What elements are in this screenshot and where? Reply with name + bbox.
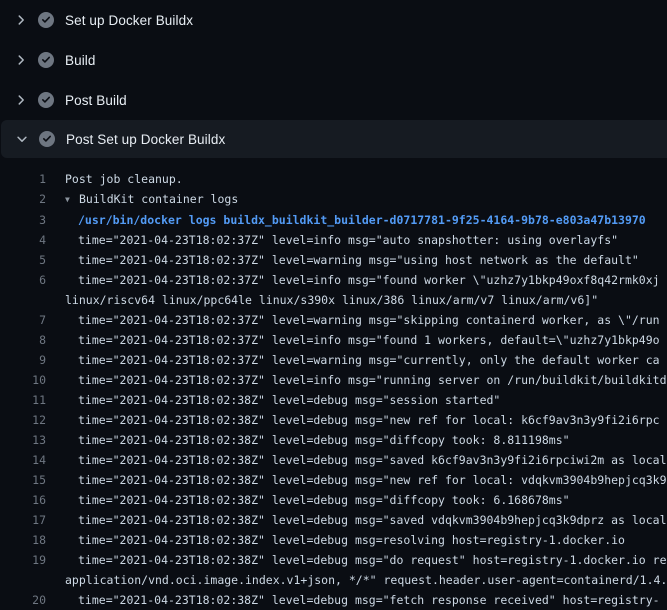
log-text: time="2021-04-23T18:02:37Z" level=info m… <box>46 230 618 250</box>
log-text: time="2021-04-23T18:02:38Z" level=debug … <box>46 550 667 570</box>
log-text: time="2021-04-23T18:02:38Z" level=debug … <box>46 590 660 610</box>
log-text: time="2021-04-23T18:02:38Z" level=debug … <box>46 410 660 430</box>
step-label: Post Build <box>65 93 127 108</box>
log-line-number[interactable]: 7 <box>0 310 46 330</box>
step-row-build[interactable]: Build <box>0 40 667 80</box>
step-label: Set up Docker Buildx <box>65 13 193 28</box>
log-text: time="2021-04-23T18:02:37Z" level=info m… <box>46 330 660 350</box>
chevron-right-icon <box>13 92 29 108</box>
log-line: 11time="2021-04-23T18:02:38Z" level=debu… <box>0 390 667 410</box>
step-label: Post Set up Docker Buildx <box>66 132 225 147</box>
log-line: linux/riscv64 linux/ppc64le linux/s390x … <box>0 290 667 310</box>
log-line-number <box>0 290 46 310</box>
log-line-number[interactable]: 18 <box>0 530 46 550</box>
chevron-right-icon <box>13 12 29 28</box>
log-line: 10time="2021-04-23T18:02:37Z" level=info… <box>0 370 667 390</box>
log-text: time="2021-04-23T18:02:38Z" level=debug … <box>46 450 667 470</box>
log-text: time="2021-04-23T18:02:38Z" level=debug … <box>46 430 570 450</box>
log-line-number[interactable]: 10 <box>0 370 46 390</box>
log-wrapped-text: application/vnd.oci.image.index.v1+json,… <box>46 570 667 590</box>
log-line-number[interactable]: 5 <box>0 250 46 270</box>
log-line-number[interactable]: 14 <box>0 450 46 470</box>
log-line-number[interactable]: 2 <box>0 189 46 210</box>
log-text: time="2021-04-23T18:02:38Z" level=debug … <box>46 490 570 510</box>
log-line: 14time="2021-04-23T18:02:38Z" level=debu… <box>0 450 667 470</box>
log-line: 4time="2021-04-23T18:02:37Z" level=info … <box>0 230 667 250</box>
steps-list: Set up Docker Buildx Build Post Build Post … <box>0 0 667 158</box>
log-line-number[interactable]: 17 <box>0 510 46 530</box>
group-caret-down-icon[interactable]: ▼ <box>65 190 79 210</box>
log-line: 17time="2021-04-23T18:02:38Z" level=debu… <box>0 510 667 530</box>
log-line: 18time="2021-04-23T18:02:38Z" level=debu… <box>0 530 667 550</box>
log-text: time="2021-04-23T18:02:37Z" level=warnin… <box>46 310 660 330</box>
log-line: 6time="2021-04-23T18:02:37Z" level=info … <box>0 270 667 290</box>
log-line-number[interactable]: 19 <box>0 550 46 570</box>
check-circle-icon <box>39 131 55 147</box>
log-text: time="2021-04-23T18:02:37Z" level=warnin… <box>46 350 660 370</box>
chevron-right-icon <box>13 52 29 68</box>
log-line: 13time="2021-04-23T18:02:38Z" level=debu… <box>0 430 667 450</box>
log-line: application/vnd.oci.image.index.v1+json,… <box>0 570 667 590</box>
chevron-down-icon <box>14 131 30 147</box>
check-circle-icon <box>38 12 54 28</box>
log-group-toggle[interactable]: ▼BuildKit container logs <box>46 189 238 210</box>
log-group-label: BuildKit container logs <box>79 192 238 206</box>
log-line: 16time="2021-04-23T18:02:38Z" level=debu… <box>0 490 667 510</box>
log-line: 19time="2021-04-23T18:02:38Z" level=debu… <box>0 550 667 570</box>
log-command-text: /usr/bin/docker logs buildx_buildkit_bui… <box>46 210 646 230</box>
log-line-number[interactable]: 8 <box>0 330 46 350</box>
log-text: time="2021-04-23T18:02:37Z" level=info m… <box>46 370 667 390</box>
log-text: time="2021-04-23T18:02:37Z" level=info m… <box>46 270 660 290</box>
log-line-number[interactable]: 16 <box>0 490 46 510</box>
log-line: 8time="2021-04-23T18:02:37Z" level=info … <box>0 330 667 350</box>
log-line: 20time="2021-04-23T18:02:38Z" level=debu… <box>0 590 667 610</box>
log-wrapped-text: linux/riscv64 linux/ppc64le linux/s390x … <box>46 290 598 310</box>
step-row-set-up-docker-buildx[interactable]: Set up Docker Buildx <box>0 0 667 40</box>
log-line: 12time="2021-04-23T18:02:38Z" level=debu… <box>0 410 667 430</box>
log-line-number[interactable]: 9 <box>0 350 46 370</box>
log-text: time="2021-04-23T18:02:38Z" level=debug … <box>46 470 667 490</box>
step-row-post-set-up-docker-buildx[interactable]: Post Set up Docker Buildx <box>1 120 667 158</box>
log-line-number[interactable]: 12 <box>0 410 46 430</box>
check-circle-icon <box>38 92 54 108</box>
log-line: 2▼BuildKit container logs <box>0 189 667 210</box>
log-line-number[interactable]: 4 <box>0 230 46 250</box>
log-line: 3/usr/bin/docker logs buildx_buildkit_bu… <box>0 210 667 230</box>
log-text: time="2021-04-23T18:02:37Z" level=warnin… <box>46 250 639 270</box>
log-line-number[interactable]: 20 <box>0 590 46 610</box>
log-text: Post job cleanup. <box>46 169 183 189</box>
log-text: time="2021-04-23T18:02:38Z" level=debug … <box>46 530 625 550</box>
check-circle-icon <box>38 52 54 68</box>
log-line-number[interactable]: 15 <box>0 470 46 490</box>
log-line-number[interactable]: 6 <box>0 270 46 290</box>
log-line-number[interactable]: 3 <box>0 210 46 230</box>
log-line-number[interactable]: 1 <box>0 169 46 189</box>
log-line: 1Post job cleanup. <box>0 169 667 189</box>
log-line: 7time="2021-04-23T18:02:37Z" level=warni… <box>0 310 667 330</box>
log-line: 15time="2021-04-23T18:02:38Z" level=debu… <box>0 470 667 490</box>
log-line-number[interactable]: 13 <box>0 430 46 450</box>
actions-log-viewer: { "colors": { "background": "#0a0d13", "… <box>0 0 667 600</box>
log-lines-container: 1Post job cleanup.2▼BuildKit container l… <box>0 158 667 610</box>
log-line-number <box>0 570 46 590</box>
log-text: time="2021-04-23T18:02:38Z" level=debug … <box>46 390 500 410</box>
step-row-post-build[interactable]: Post Build <box>0 80 667 120</box>
log-line-number[interactable]: 11 <box>0 390 46 410</box>
log-line: 9time="2021-04-23T18:02:37Z" level=warni… <box>0 350 667 370</box>
step-label: Build <box>65 53 96 68</box>
log-text: time="2021-04-23T18:02:38Z" level=debug … <box>46 510 667 530</box>
log-line: 5time="2021-04-23T18:02:37Z" level=warni… <box>0 250 667 270</box>
